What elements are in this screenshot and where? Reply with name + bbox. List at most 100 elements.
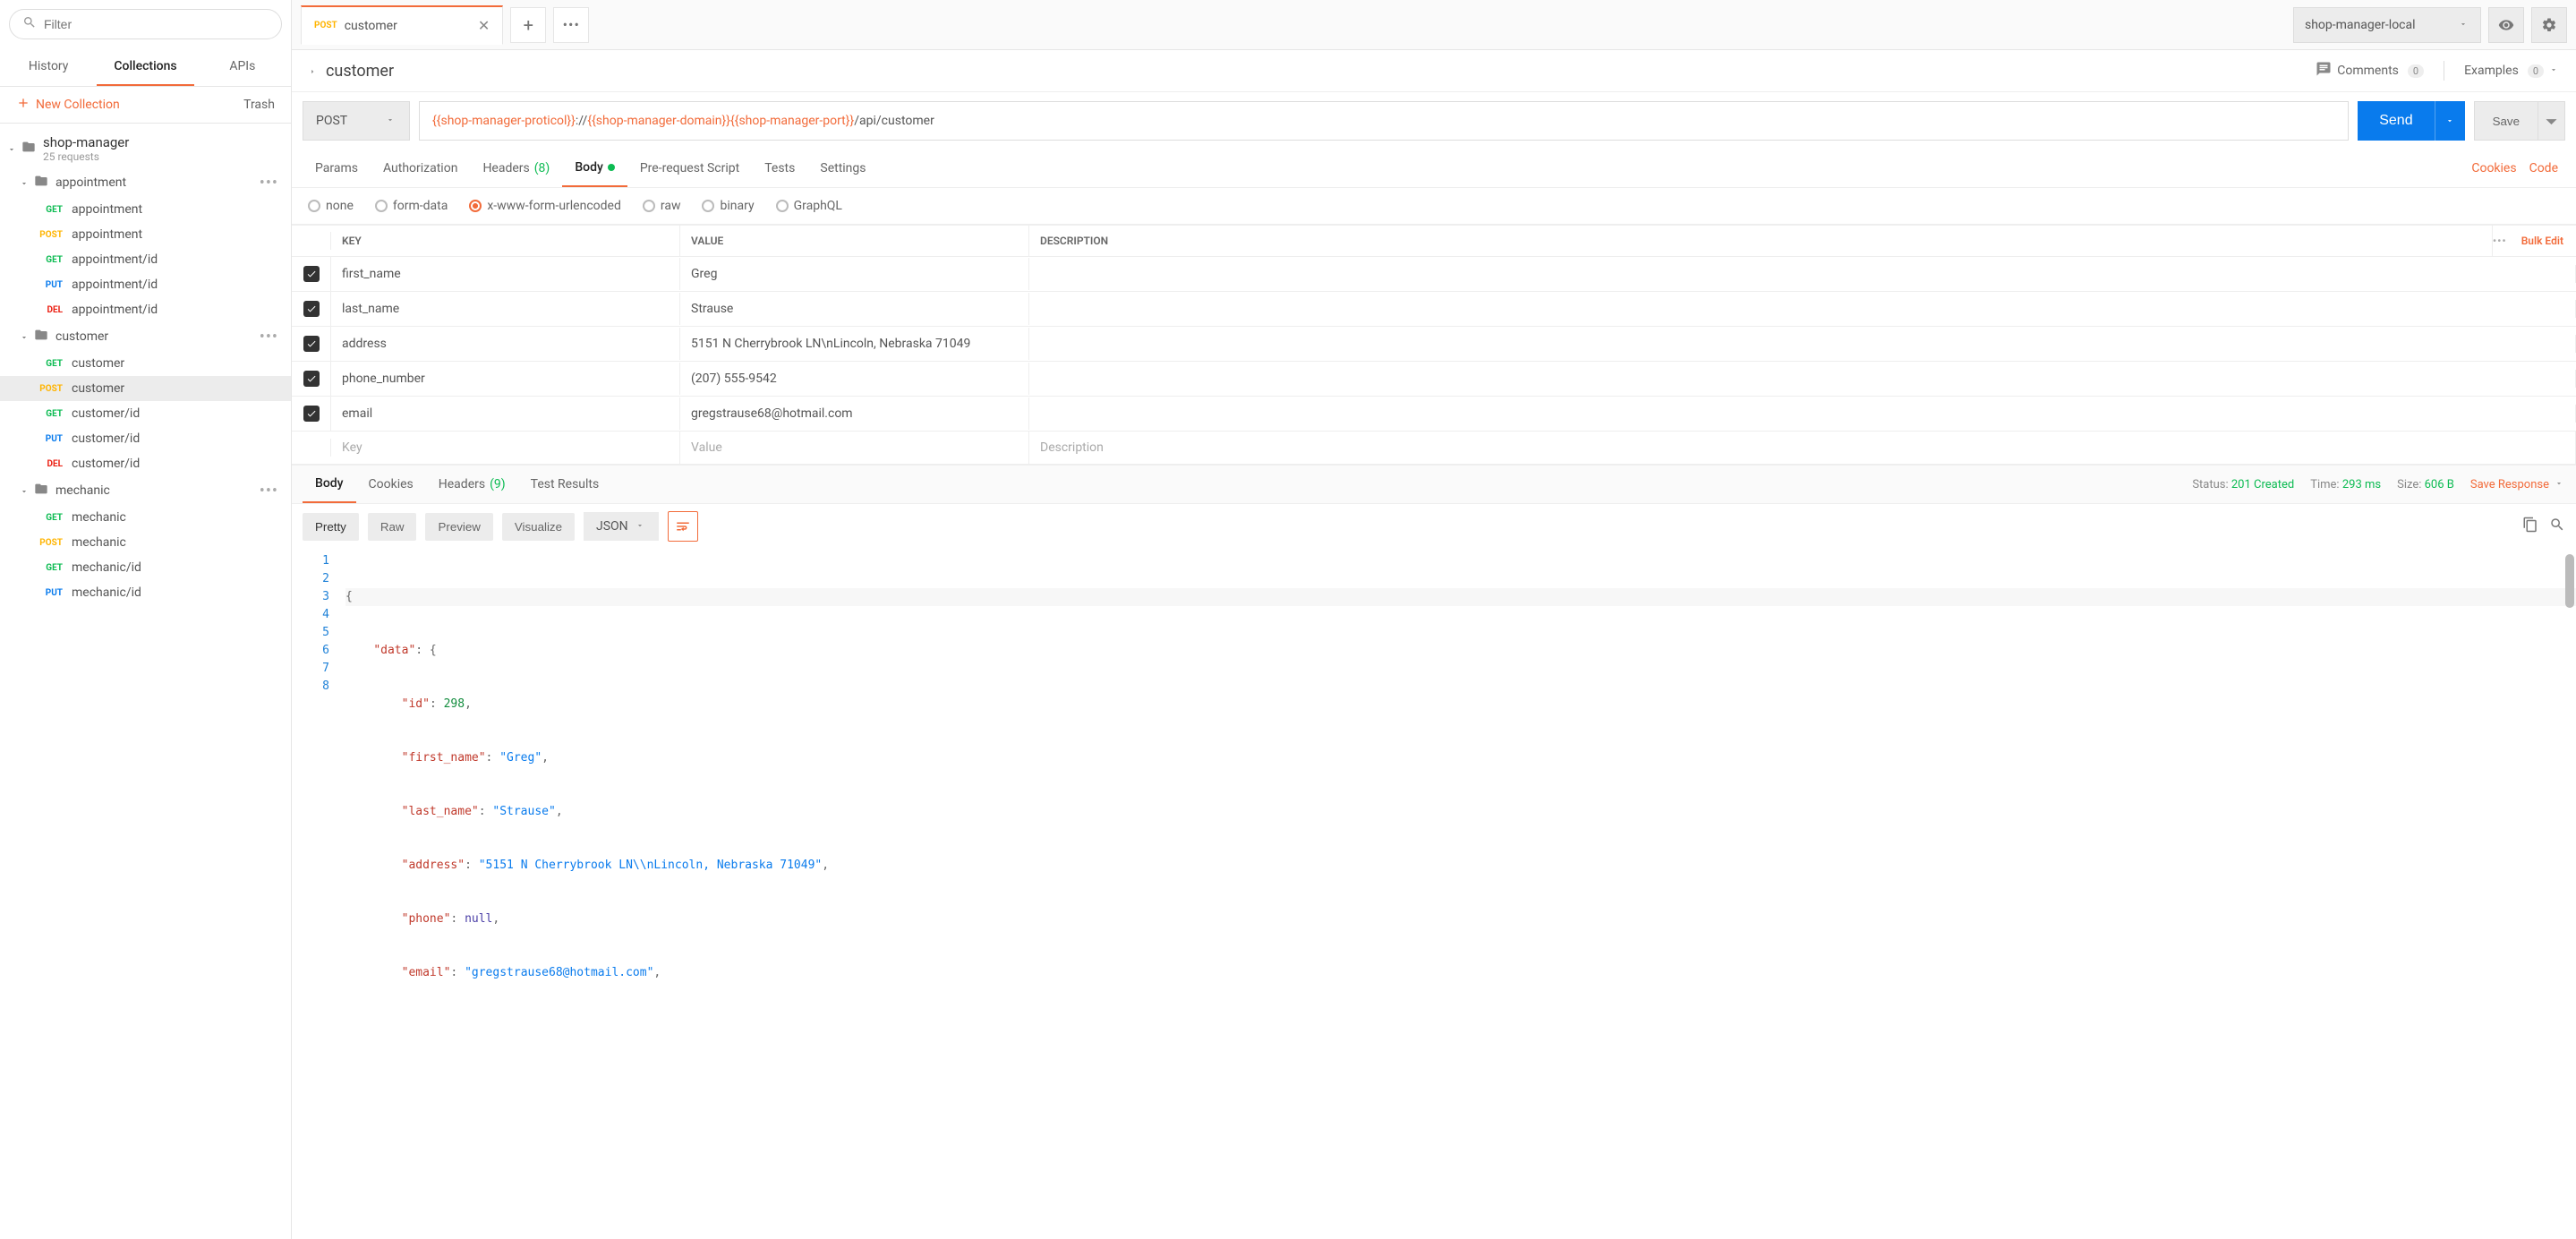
http-method-select[interactable]: POST xyxy=(303,101,410,141)
kv-desc-input[interactable] xyxy=(1029,405,2576,423)
tab-more-button[interactable]: ••• xyxy=(553,7,589,43)
chevron-right-icon[interactable] xyxy=(308,65,319,76)
sidebar-item-appointment-get[interactable]: GETappointment xyxy=(0,197,291,222)
subtab-tests[interactable]: Tests xyxy=(752,150,807,186)
kv-desc-input[interactable] xyxy=(1029,265,2576,283)
folder-more-icon[interactable]: ••• xyxy=(260,328,278,346)
cookies-link[interactable]: Cookies xyxy=(2471,161,2516,175)
kv-value-input[interactable]: 5151 N Cherrybrook LN\nLincoln, Nebraska… xyxy=(680,328,1029,360)
tab-collections[interactable]: Collections xyxy=(97,48,193,86)
sidebar-search[interactable] xyxy=(9,9,282,39)
send-dropdown[interactable] xyxy=(2435,101,2465,141)
response-format-select[interactable]: JSON xyxy=(584,512,659,541)
sidebar-item-customer-id-get[interactable]: GETcustomer/id xyxy=(0,401,291,426)
wrap-lines-button[interactable] xyxy=(668,511,698,542)
body-type-binary[interactable]: binary xyxy=(702,199,754,213)
comments-button[interactable]: Comments 0 xyxy=(2316,61,2424,81)
subtab-params[interactable]: Params xyxy=(303,150,371,186)
checkbox[interactable] xyxy=(303,406,320,422)
settings-button[interactable] xyxy=(2531,7,2567,43)
search-response-button[interactable] xyxy=(2549,517,2565,536)
send-button[interactable]: Send xyxy=(2358,101,2434,141)
sidebar-item-customer-get[interactable]: GETcustomer xyxy=(0,351,291,376)
sidebar-search-input[interactable] xyxy=(44,17,269,31)
kv-key-input[interactable]: phone_number xyxy=(331,363,680,395)
response-tab-headers[interactable]: Headers(9) xyxy=(426,466,518,502)
response-body[interactable]: 12345678 { "data": { "id": 298, "first_n… xyxy=(292,549,2576,1054)
checkbox[interactable] xyxy=(303,266,320,282)
sidebar-item-appointment-id-del[interactable]: DELappointment/id xyxy=(0,297,291,322)
body-type-xwww[interactable]: x-www-form-urlencoded xyxy=(469,199,621,213)
folder-more-icon[interactable]: ••• xyxy=(260,482,278,500)
kv-key-input[interactable]: first_name xyxy=(331,258,680,290)
kv-value-input[interactable]: gregstrause68@hotmail.com xyxy=(680,397,1029,430)
method-badge: PUT xyxy=(32,280,63,290)
examples-button[interactable]: Examples 0 xyxy=(2464,64,2560,78)
subtab-headers[interactable]: Headers(8) xyxy=(470,150,562,186)
body-type-form-data[interactable]: form-data xyxy=(375,199,448,213)
save-response-button[interactable]: Save Response xyxy=(2470,478,2565,491)
request-tab[interactable]: POST customer ✕ xyxy=(301,5,503,45)
sidebar-item-appointment-post[interactable]: POSTappointment xyxy=(0,222,291,247)
environment-select[interactable]: shop-manager-local xyxy=(2293,7,2481,43)
body-type-none[interactable]: none xyxy=(308,199,354,213)
checkbox[interactable] xyxy=(303,336,320,352)
checkbox[interactable] xyxy=(303,301,320,317)
sidebar-item-mechanic-id-get[interactable]: GETmechanic/id xyxy=(0,555,291,580)
copy-button[interactable] xyxy=(2522,517,2538,536)
response-tab-cookies[interactable]: Cookies xyxy=(356,466,426,502)
url-input[interactable]: {{shop-manager-proticol}}://{{shop-manag… xyxy=(419,101,2349,141)
view-visualize[interactable]: Visualize xyxy=(502,513,575,541)
kv-value-input[interactable]: Strause xyxy=(680,293,1029,325)
new-collection-button[interactable]: New Collection xyxy=(16,96,120,114)
kv-desc-input[interactable] xyxy=(1029,300,2576,318)
kv-key-input[interactable]: email xyxy=(331,397,680,430)
bulk-edit-link[interactable]: Bulk Edit xyxy=(2521,235,2563,247)
sidebar-item-customer-id-del[interactable]: DELcustomer/id xyxy=(0,451,291,476)
collection-header[interactable]: shop-manager 25 requests xyxy=(0,129,291,168)
sidebar-item-mechanic-get[interactable]: GETmechanic xyxy=(0,505,291,530)
save-button[interactable]: Save xyxy=(2474,101,2538,141)
kv-value-input[interactable]: Value xyxy=(680,432,1029,464)
sidebar-item-customer-post[interactable]: POSTcustomer xyxy=(0,376,291,401)
subtab-prerequest[interactable]: Pre-request Script xyxy=(627,150,752,186)
add-tab-button[interactable]: + xyxy=(510,7,546,43)
body-type-graphql[interactable]: GraphQL xyxy=(776,199,842,213)
environment-view-button[interactable] xyxy=(2488,7,2524,43)
sidebar-item-mechanic-post[interactable]: POSTmechanic xyxy=(0,530,291,555)
close-icon[interactable]: ✕ xyxy=(478,17,490,34)
kv-key-input[interactable]: address xyxy=(331,328,680,360)
sidebar-item-appointment-id-get[interactable]: GETappointment/id xyxy=(0,247,291,272)
subtab-settings[interactable]: Settings xyxy=(807,150,878,186)
subtab-body[interactable]: Body xyxy=(562,150,627,187)
view-pretty[interactable]: Pretty xyxy=(303,513,359,541)
checkbox[interactable] xyxy=(303,371,320,387)
scrollbar[interactable] xyxy=(2565,554,2574,608)
save-dropdown[interactable] xyxy=(2538,101,2565,141)
tab-history[interactable]: History xyxy=(0,48,97,86)
folder-appointment[interactable]: appointment••• xyxy=(0,168,291,197)
body-type-raw[interactable]: raw xyxy=(643,199,681,213)
folder-more-icon[interactable]: ••• xyxy=(260,174,278,192)
folder-mechanic[interactable]: mechanic••• xyxy=(0,476,291,505)
kv-more-button[interactable]: ••• xyxy=(2493,235,2507,247)
kv-key-input[interactable]: last_name xyxy=(331,293,680,325)
subtab-authorization[interactable]: Authorization xyxy=(371,150,470,186)
folder-customer[interactable]: customer••• xyxy=(0,322,291,351)
code-link[interactable]: Code xyxy=(2529,161,2558,175)
trash-link[interactable]: Trash xyxy=(243,98,275,112)
kv-value-input[interactable]: (207) 555-9542 xyxy=(680,363,1029,395)
sidebar-item-customer-id-put[interactable]: PUTcustomer/id xyxy=(0,426,291,451)
response-tab-test-results[interactable]: Test Results xyxy=(518,466,612,502)
sidebar-item-mechanic-id-put[interactable]: PUTmechanic/id xyxy=(0,580,291,605)
sidebar-item-appointment-id-put[interactable]: PUTappointment/id xyxy=(0,272,291,297)
response-tab-body[interactable]: Body xyxy=(303,466,356,503)
kv-desc-input[interactable] xyxy=(1029,370,2576,388)
view-preview[interactable]: Preview xyxy=(425,513,492,541)
kv-value-input[interactable]: Greg xyxy=(680,258,1029,290)
view-raw[interactable]: Raw xyxy=(368,513,417,541)
kv-key-input[interactable]: Key xyxy=(331,432,680,464)
kv-desc-input[interactable]: Description xyxy=(1029,432,2576,464)
tab-apis[interactable]: APIs xyxy=(194,48,291,86)
kv-desc-input[interactable] xyxy=(1029,335,2576,353)
